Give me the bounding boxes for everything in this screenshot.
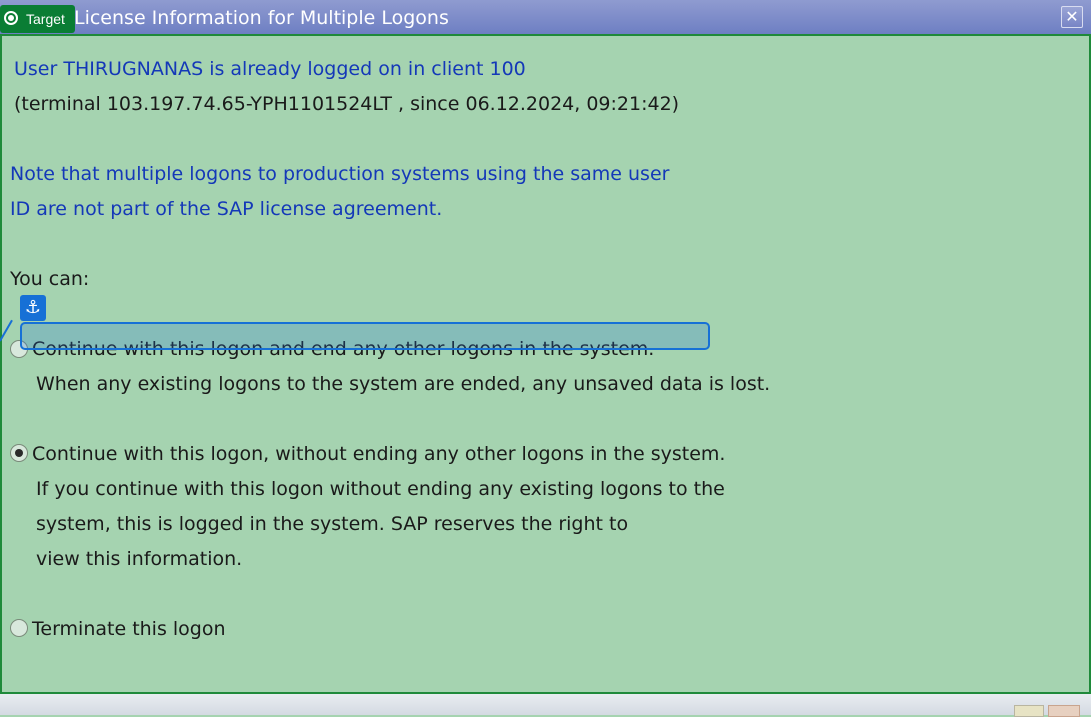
option-end-other-logons-detail: When any existing logons to the system a… (36, 373, 771, 395)
window-title: License Information for Multiple Logons (74, 7, 449, 29)
license-note-line-1: Note that multiple logons to production … (10, 163, 670, 185)
confirm-button[interactable] (1014, 705, 1044, 717)
anchor-icon: ⚓ (20, 295, 46, 321)
radio-keep-other-logons[interactable] (10, 444, 28, 462)
option-keep-other-logons-detail-1: If you continue with this logon without … (36, 478, 725, 500)
option-keep-other-logons-label[interactable]: Continue with this logon, without ending… (32, 443, 725, 465)
terminal-info-text: (terminal 103.197.74.65-YPH1101524LT , s… (14, 93, 680, 115)
dialog-content (0, 36, 1091, 694)
license-note-line-2: ID are not part of the SAP license agree… (10, 198, 443, 220)
target-badge-label: Target (26, 11, 65, 27)
target-icon (4, 11, 18, 25)
highlight-box (20, 322, 710, 350)
option-keep-other-logons-detail-3: view this information. (36, 548, 243, 570)
close-icon: ✕ (1065, 7, 1079, 26)
user-logged-on-text: User THIRUGNANAS is already logged on in… (14, 58, 526, 80)
status-bar (0, 694, 1091, 715)
close-button[interactable]: ✕ (1061, 6, 1083, 28)
target-badge: Target (0, 5, 75, 33)
option-terminate-logon-label[interactable]: Terminate this logon (32, 618, 226, 640)
title-bar: License Information for Multiple Logons … (0, 0, 1091, 36)
radio-terminate-logon[interactable] (10, 619, 28, 637)
cancel-button[interactable] (1048, 705, 1080, 717)
option-keep-other-logons-detail-2: system, this is logged in the system. SA… (36, 513, 629, 535)
you-can-label: You can: (10, 268, 90, 290)
